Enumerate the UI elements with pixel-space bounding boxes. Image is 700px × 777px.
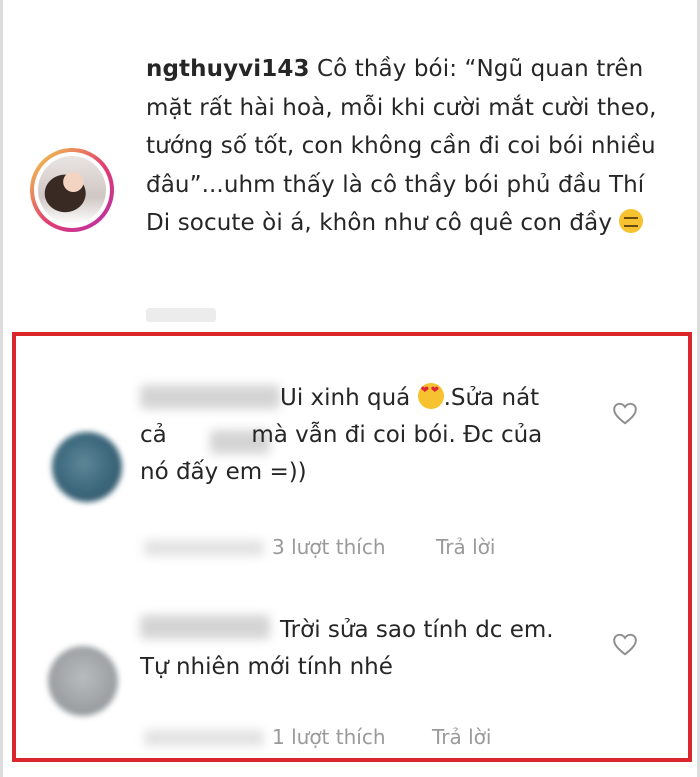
heart-outline-icon[interactable]: [612, 632, 638, 656]
likes-count[interactable]: 3 lượt thích: [272, 535, 386, 559]
heart-outline-icon[interactable]: [612, 401, 638, 425]
blurred-timestamp: [144, 730, 264, 746]
avatar-photo: [38, 156, 106, 224]
blurred-timestamp: [144, 540, 264, 556]
comment-avatar[interactable]: [52, 432, 122, 502]
post-username[interactable]: ngthuyvi143: [146, 56, 310, 82]
likes-count[interactable]: 1 lượt thích: [272, 725, 386, 749]
comment-text-body: Trời sửa sao tính dc em. Tự nhiên mới tí…: [140, 617, 554, 680]
comment-avatar[interactable]: [48, 646, 118, 716]
post-caption: ngthuyvi143 Cô thầy bói: “Ngũ quan trên …: [146, 50, 666, 243]
reply-button[interactable]: Trả lời: [436, 535, 495, 559]
comment-text: Ui xinh quá .Sửa nát cả mà vẫn đi coi bó…: [140, 380, 560, 491]
post-meta-blurred: [146, 308, 216, 322]
comment-text-part3: mà vẫn đi coi bói. Đc của nó đấy em =)): [140, 422, 543, 485]
post-author-avatar[interactable]: [30, 148, 114, 232]
post-caption-text: Cô thầy bói: “Ngũ quan trên mặt rất hài …: [146, 56, 657, 236]
heart-eyes-emoji: [417, 383, 444, 409]
comment-text-part1: Ui xinh quá: [280, 385, 411, 411]
expressionless-face-emoji: [619, 209, 644, 233]
comment-text: Trời sửa sao tính dc em. Tự nhiên mới tí…: [140, 612, 560, 686]
reply-button[interactable]: Trả lời: [432, 725, 491, 749]
frame-left-border: [0, 0, 3, 777]
